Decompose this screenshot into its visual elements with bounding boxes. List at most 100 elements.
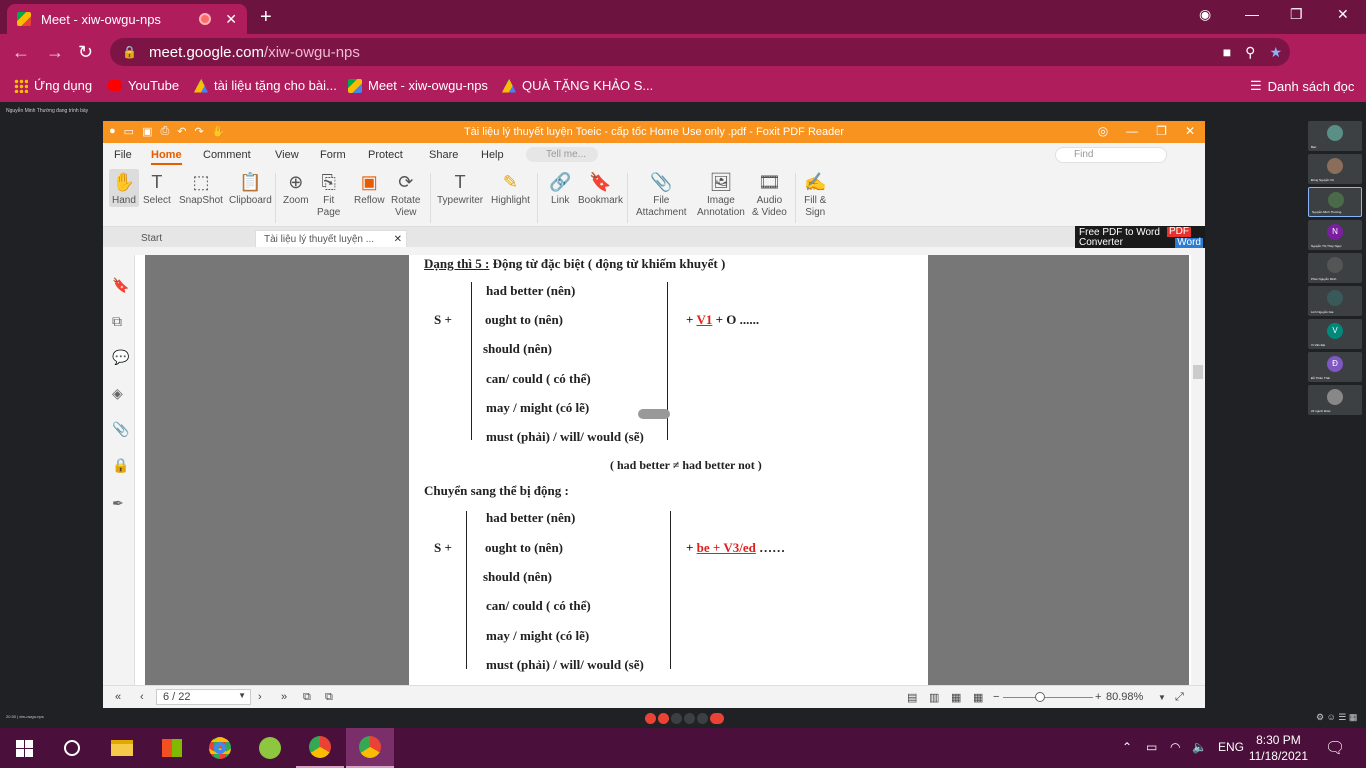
bookmark-drive-2[interactable]: QUÀ TẶNG KHẢO S... (502, 78, 653, 93)
minimize-icon[interactable]: — (1245, 6, 1259, 22)
back-icon[interactable]: ← (12, 42, 30, 63)
doc-tab-start[interactable]: Start (133, 230, 170, 247)
link-button[interactable]: 🔗 Link (549, 169, 571, 207)
zoom-icon[interactable]: ⚲ (1245, 44, 1255, 61)
new-tab-button[interactable]: + (260, 6, 272, 29)
close-window-icon[interactable]: ✕ (1337, 6, 1349, 23)
bookmarks-panel-icon[interactable]: 🔖 (112, 277, 129, 294)
menu-file[interactable]: File (114, 149, 132, 161)
fit-page-button[interactable]: ⎘ Fit Page (317, 169, 340, 219)
wifi-icon[interactable]: ◠ (1170, 740, 1180, 754)
mic-off-icon[interactable] (645, 713, 656, 724)
hand-tool-button[interactable]: ✋ Hand (109, 169, 139, 207)
image-annotation-button[interactable]: 🖼 Image Annotation (697, 169, 745, 219)
zoom-out-icon[interactable]: − (993, 691, 999, 703)
taskbar-file-explorer[interactable] (98, 728, 146, 768)
comments-panel-icon[interactable]: 💬 (112, 349, 129, 366)
participant-tile[interactable]: Phúc Nguyễn Minh (1308, 253, 1362, 283)
captions-icon[interactable] (671, 713, 682, 724)
vertical-scrollbar[interactable] (1191, 255, 1205, 685)
attachments-panel-icon[interactable]: 📎 (112, 421, 129, 438)
bookmark-star-icon[interactable]: ★ (1269, 44, 1282, 61)
menu-form[interactable]: Form (320, 149, 346, 161)
pdf-to-word-promo[interactable]: Free PDF to Word Converter PDF Word (1075, 226, 1205, 248)
notifications-icon[interactable]: 🗨 (1325, 738, 1345, 758)
menu-help[interactable]: Help (481, 149, 504, 161)
menu-comment[interactable]: Comment (203, 149, 251, 161)
prev-view-icon[interactable]: ⧉ (303, 691, 311, 704)
volume-icon[interactable]: 🔈 (1192, 740, 1207, 754)
profile-dropdown-icon[interactable]: ◉ (1199, 6, 1211, 23)
taskbar-chrome[interactable] (196, 728, 244, 768)
zoom-slider-knob[interactable] (1035, 692, 1045, 702)
menu-protect[interactable]: Protect (368, 149, 403, 161)
clipboard-button[interactable]: 📋 Clipboard (229, 169, 272, 207)
facing-icon[interactable]: ▦ (951, 691, 961, 704)
snapshot-button[interactable]: ⬚ SnapShot (179, 169, 223, 207)
start-button[interactable] (0, 728, 48, 768)
participant-tile[interactable]: 23 người khác (1308, 385, 1362, 415)
document-viewport[interactable]: Dạng thì 5 : Động từ đặc biệt ( động từ … (145, 255, 1189, 685)
taskbar-chrome-profile[interactable] (296, 728, 344, 768)
menu-view[interactable]: View (275, 149, 299, 161)
foxit-minimize-icon[interactable]: — (1126, 124, 1138, 138)
taskbar-chrome-active[interactable] (346, 728, 394, 768)
browser-tab-meet[interactable]: Meet - xiw-owgu-nps ✕ (7, 4, 247, 34)
file-attachment-button[interactable]: 📎 File Attachment (636, 169, 687, 219)
tray-overflow-icon[interactable]: ⌃ (1122, 740, 1132, 754)
taskbar-app[interactable] (246, 728, 294, 768)
continuous-icon[interactable]: ▥ (929, 691, 939, 704)
participant-tile[interactable]: V Vi Văn Đại (1308, 319, 1362, 349)
zoom-slider[interactable] (1003, 697, 1093, 698)
fill-sign-button[interactable]: ✍ Fill & Sign (804, 169, 826, 219)
page-dropdown-icon[interactable]: ▼ (238, 691, 246, 700)
meet-info-icons[interactable]: ⚙ ☺ ☰ ▦ (1316, 712, 1357, 723)
camera-icon[interactable]: ■ (1223, 44, 1231, 61)
present-icon[interactable] (697, 713, 708, 724)
participant-tile[interactable]: Đ Đỗ Thiên Thái (1308, 352, 1362, 382)
doc-tab-current[interactable]: Tài liệu lý thuyết luyện ... ✕ (255, 230, 407, 247)
scroll-thumb[interactable] (1193, 365, 1203, 379)
raise-hand-icon[interactable] (684, 713, 695, 724)
typewriter-button[interactable]: T Typewriter (437, 169, 483, 207)
bookmark-meet[interactable]: Meet - xiw-owgu-nps (348, 78, 488, 93)
zoom-button[interactable]: ⊕ Zoom (283, 169, 309, 207)
first-page-icon[interactable]: « (115, 691, 121, 703)
bookmark-apps[interactable]: Ứng dụng (14, 78, 92, 93)
reload-icon[interactable]: ↻ (78, 42, 93, 63)
next-page-icon[interactable]: › (258, 691, 262, 703)
close-doc-tab-icon[interactable]: ✕ (394, 234, 402, 245)
account-icon[interactable]: ◎ (1098, 124, 1108, 138)
foxit-close-icon[interactable]: ✕ (1185, 124, 1195, 138)
forward-icon[interactable]: → (46, 42, 64, 63)
pages-panel-icon[interactable]: ⧉ (112, 313, 122, 330)
omnibox[interactable]: 🔒 meet.google.com/xiw-owgu-nps ■ ⚲ ★ (110, 38, 1290, 66)
search-button[interactable] (48, 728, 96, 768)
zoom-level[interactable]: 80.98% (1106, 691, 1143, 703)
participant-tile[interactable]: Linh Nguyễn Gia (1308, 286, 1362, 316)
close-tab-icon[interactable]: ✕ (225, 11, 237, 28)
zoom-dropdown-icon[interactable]: ▼ (1158, 693, 1166, 702)
find-input[interactable]: Find (1055, 147, 1167, 163)
bookmark-button[interactable]: 🔖 Bookmark (578, 169, 623, 207)
prev-page-icon[interactable]: ‹ (140, 691, 144, 703)
participant-tile[interactable]: Đông Nguyễn Vũ (1308, 154, 1362, 184)
last-page-icon[interactable]: » (281, 691, 287, 703)
participant-tile[interactable]: Bạn (1308, 121, 1362, 151)
zoom-in-icon[interactable]: + (1095, 691, 1101, 703)
menu-home[interactable]: Home (151, 149, 182, 165)
next-view-icon[interactable]: ⧉ (325, 691, 333, 704)
tell-me-input[interactable]: Tell me... (526, 147, 598, 162)
rotate-view-button[interactable]: ⟳ Rotate View (391, 169, 420, 219)
system-clock[interactable]: 8:30 PM 11/18/2021 (1249, 732, 1308, 764)
taskbar-store[interactable] (148, 728, 196, 768)
battery-icon[interactable]: ▭ (1146, 740, 1157, 754)
menu-share[interactable]: Share (429, 149, 458, 161)
page-number-input[interactable]: 6 / 22 ▼ (156, 689, 251, 705)
language-indicator[interactable]: ENG (1218, 740, 1244, 754)
camera-off-icon[interactable] (658, 713, 669, 724)
reading-list[interactable]: ☰ Danh sách đọc (1250, 78, 1354, 94)
fullscreen-icon[interactable]: ⤢ (1175, 691, 1184, 704)
bookmark-youtube[interactable]: YouTube (108, 78, 179, 93)
reflow-button[interactable]: ▣ Reflow (354, 169, 385, 207)
